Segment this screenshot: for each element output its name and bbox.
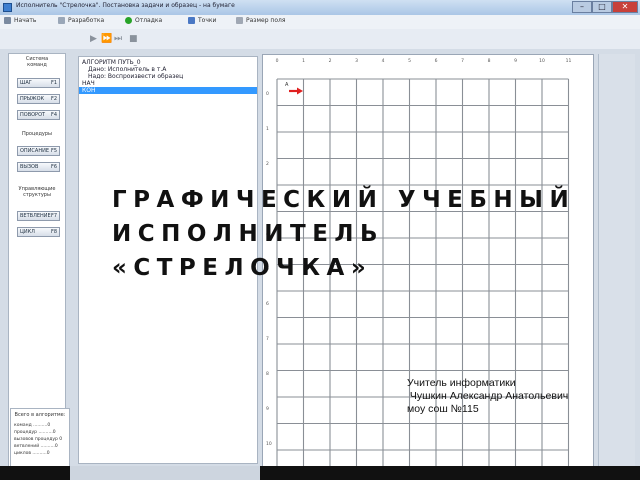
- points-icon: [188, 17, 195, 24]
- button-key: F2: [50, 96, 57, 102]
- menu-item-develop[interactable]: Разработка: [58, 17, 104, 24]
- structures-label: Управляющие структуры: [18, 186, 56, 198]
- stat-calls: вызовов процедур 0: [14, 437, 63, 442]
- menu-label: Размер поля: [246, 17, 286, 24]
- jump-command-button[interactable]: ПРЫЖОК F2: [17, 94, 60, 104]
- resize-icon: [236, 17, 243, 24]
- column-number: 7: [461, 58, 464, 64]
- window-title: Исполнитель "Стрелочка". Постановка зада…: [16, 2, 235, 9]
- program-line[interactable]: Дано: Исполнитель в т.А: [79, 66, 257, 73]
- algorithm-stats: Всего в алгоритме: команд ..........0 пр…: [10, 408, 70, 470]
- minimize-button[interactable]: –: [572, 1, 592, 13]
- branch-button[interactable]: ВЕТВЛЕНИЕ F7: [17, 211, 60, 221]
- row-number: 2: [266, 161, 269, 167]
- maximize-button[interactable]: □: [592, 1, 612, 13]
- menu-item-field-size[interactable]: Размер поля: [236, 17, 285, 24]
- loop-button[interactable]: ЦИКЛ F8: [17, 227, 60, 237]
- window-titlebar: Исполнитель "Стрелочка". Постановка зада…: [0, 0, 640, 16]
- program-line[interactable]: АЛГОРИТМ ПУТЬ_0: [79, 59, 257, 66]
- button-label: ВЫЗОВ: [20, 164, 39, 170]
- menu-label: Точки: [198, 17, 217, 24]
- button-key: F4: [50, 112, 57, 118]
- home-icon: [4, 17, 11, 24]
- point-a-label: A: [285, 82, 289, 88]
- step-button[interactable]: ⏭: [114, 34, 122, 44]
- stat-procedures: процедур ..........0: [14, 430, 56, 435]
- button-key: F6: [50, 164, 57, 170]
- call-procedure-button[interactable]: ВЫЗОВ F6: [17, 162, 60, 172]
- stat-commands: команд ..........0: [14, 423, 51, 428]
- button-key: F5: [50, 148, 57, 154]
- executor-arrow-icon: [297, 87, 303, 95]
- button-label: ОПИСАНИЕ: [20, 148, 50, 154]
- menu-label: Разработка: [68, 17, 105, 24]
- column-number: 3: [355, 58, 358, 64]
- menu-label: Отладка: [135, 17, 163, 24]
- column-number: 4: [382, 58, 385, 64]
- button-label: ПРЫЖОК: [20, 96, 45, 102]
- author-block: Учитель информатики Чушкин Александр Ана…: [407, 377, 568, 416]
- stats-header: Всего в алгоритме:: [14, 412, 66, 418]
- author-role: Учитель информатики: [407, 377, 516, 389]
- column-number: 2: [329, 58, 332, 64]
- step-command-button[interactable]: ШАГ F1: [17, 78, 60, 88]
- column-number: 0: [276, 58, 279, 64]
- program-line[interactable]: Надо: Воспроизвести образец: [79, 73, 257, 80]
- row-number: 0: [266, 91, 269, 97]
- row-number: 9: [266, 406, 269, 412]
- row-number: 7: [266, 336, 269, 342]
- title-line: ИСПОЛНИТЕЛЬ: [112, 221, 385, 247]
- describe-procedure-button[interactable]: ОПИСАНИЕ F5: [17, 146, 60, 156]
- button-label: ШАГ: [20, 80, 32, 86]
- procedures-label: Процедуры: [21, 131, 52, 137]
- row-number: 8: [266, 371, 269, 377]
- column-number: 9: [514, 58, 517, 64]
- column-number: 10: [539, 58, 545, 64]
- menu-bar: Начать Разработка Отладка Точки Размер п…: [0, 15, 640, 30]
- column-number: 1: [302, 58, 305, 64]
- run-button[interactable]: ▶: [90, 34, 97, 44]
- program-line[interactable]: НАЧ: [79, 80, 257, 87]
- column-number: 5: [408, 58, 411, 64]
- row-number: 6: [266, 301, 269, 307]
- column-number: 11: [566, 58, 572, 64]
- column-number: 6: [435, 58, 438, 64]
- stat-loops: циклов ..........0: [14, 451, 50, 456]
- stat-branches: ветвлений ..........0: [14, 444, 58, 449]
- stop-button[interactable]: ■: [129, 34, 138, 44]
- close-button[interactable]: ✕: [612, 1, 638, 13]
- row-number: 10: [266, 441, 272, 447]
- title-line: ГРАФИЧЕСКИЙ УЧЕБНЫЙ: [112, 187, 576, 213]
- command-panel: Система команд ШАГ F1 ПРЫЖОК F2 ПОВОРОТ F4 …: [8, 53, 66, 467]
- turn-command-button[interactable]: ПОВОРОТ F4: [17, 110, 60, 120]
- status-bar: [0, 466, 640, 480]
- play-icon: [125, 17, 132, 24]
- column-number: 8: [488, 58, 491, 64]
- row-number: 1: [266, 126, 269, 132]
- menu-item-start[interactable]: Начать: [4, 17, 36, 24]
- step-over-button[interactable]: ⏩: [101, 34, 112, 44]
- button-label: ПОВОРОТ: [20, 112, 46, 118]
- button-label: ВЕТВЛЕНИЕ: [20, 213, 51, 219]
- author-school: моу сош №115: [407, 403, 479, 415]
- menu-item-points[interactable]: Точки: [188, 17, 216, 24]
- slide-title: ГРАФИЧЕСКИЙ УЧЕБНЫЙ ИСПОЛНИТЕЛЬ «СТРЕЛОЧ…: [112, 183, 632, 285]
- button-key: F1: [50, 80, 57, 86]
- edit-icon: [58, 17, 65, 24]
- title-line: «СТРЕЛОЧКА»: [112, 255, 373, 281]
- author-name: Чушкин Александр Анатольевич: [407, 390, 569, 402]
- program-line-selected[interactable]: КОН: [79, 87, 257, 94]
- system-label: Система команд: [25, 56, 49, 68]
- button-key: F8: [50, 229, 57, 235]
- menu-label: Начать: [14, 17, 37, 24]
- status-bar-segment: [70, 466, 260, 480]
- button-key: F7: [50, 213, 57, 219]
- app-icon: [3, 3, 12, 12]
- button-label: ЦИКЛ: [20, 229, 35, 235]
- menu-item-debug[interactable]: Отладка: [125, 17, 162, 24]
